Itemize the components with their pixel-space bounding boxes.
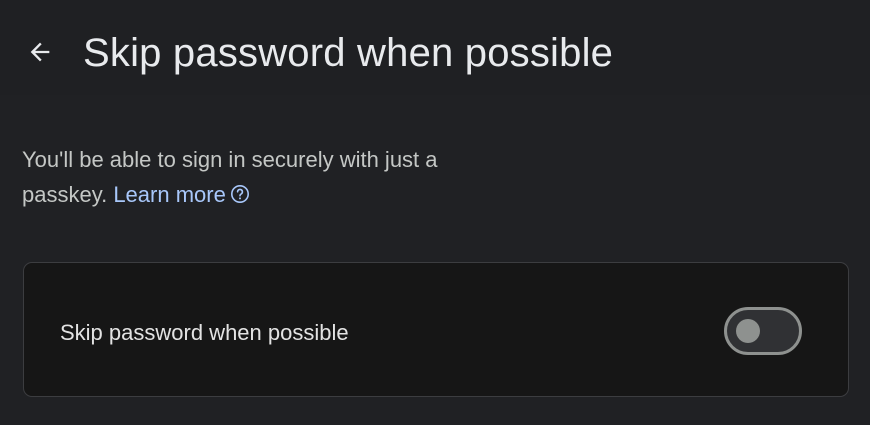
learn-more-link[interactable]: Learn more bbox=[113, 182, 226, 207]
skip-password-toggle[interactable] bbox=[724, 307, 802, 355]
back-button[interactable] bbox=[22, 34, 58, 70]
page-title: Skip password when possible bbox=[83, 31, 614, 75]
page: Skip password when possible You'll be ab… bbox=[0, 0, 870, 425]
setting-card: Skip password when possible bbox=[23, 262, 849, 397]
description: You'll be able to sign in securely with … bbox=[22, 142, 462, 214]
header: Skip password when possible bbox=[0, 0, 870, 95]
setting-label: Skip password when possible bbox=[60, 320, 349, 345]
toggle-knob bbox=[736, 319, 760, 343]
help-circle-icon[interactable] bbox=[230, 179, 250, 214]
arrow-back-icon bbox=[30, 42, 50, 62]
